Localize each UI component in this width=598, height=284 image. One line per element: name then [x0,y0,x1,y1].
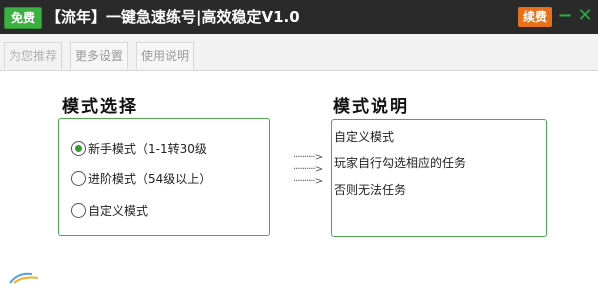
arrow-indicators: ··········> ··········> ··········> [293,152,323,188]
tab-recommend[interactable]: 为您推荐 [4,42,63,69]
renew-button[interactable]: 续费 [518,7,552,27]
logo-swoosh-icon [9,272,39,284]
radio-option-custom[interactable]: 自定义模式 [71,201,148,221]
minimize-icon[interactable]: − [556,5,574,27]
tab-bar: 为您推荐 更多设置 使用说明 [0,34,598,71]
mode-description-panel: 自定义模式 玩家自行勾选相应的任务 否则无法任务 [331,119,547,237]
close-icon[interactable]: ✕ [576,5,594,27]
desc-line: 玩家自行勾选相应的任务 [334,156,467,170]
free-badge: 免费 [4,7,42,29]
mode-select-panel: 新手模式（1-1转30级 进阶模式（54级以上） 自定义模式 [58,118,270,236]
mode-select-title: 模式选择 [62,97,138,117]
radio-label: 自定义模式 [88,204,149,218]
radio-label: 进阶模式（54级以上） [88,172,212,186]
app-title: 【流年】一键急速练号|高效稳定V1.0 [46,8,300,26]
dotted-arrow-icon: ··········> [293,164,323,175]
title-bar: 免费 【流年】一键急速练号|高效稳定V1.0 续费 − ✕ [0,0,598,34]
radio-option-beginner[interactable]: 新手模式（1-1转30级 [71,139,207,159]
radio-checked-icon[interactable] [71,141,86,156]
mode-desc-title: 模式说明 [333,97,409,117]
radio-unchecked-icon[interactable] [71,203,86,218]
radio-option-advanced[interactable]: 进阶模式（54级以上） [71,169,211,189]
dotted-arrow-icon: ··········> [293,176,323,187]
dotted-arrow-icon: ··········> [293,152,323,163]
tab-more-settings[interactable]: 更多设置 [70,42,129,69]
radio-unchecked-icon[interactable] [71,171,86,186]
radio-label: 新手模式（1-1转30级 [88,142,207,156]
desc-line: 否则无法任务 [334,183,407,197]
desc-line: 自定义模式 [334,130,395,144]
tab-instructions[interactable]: 使用说明 [136,42,195,69]
